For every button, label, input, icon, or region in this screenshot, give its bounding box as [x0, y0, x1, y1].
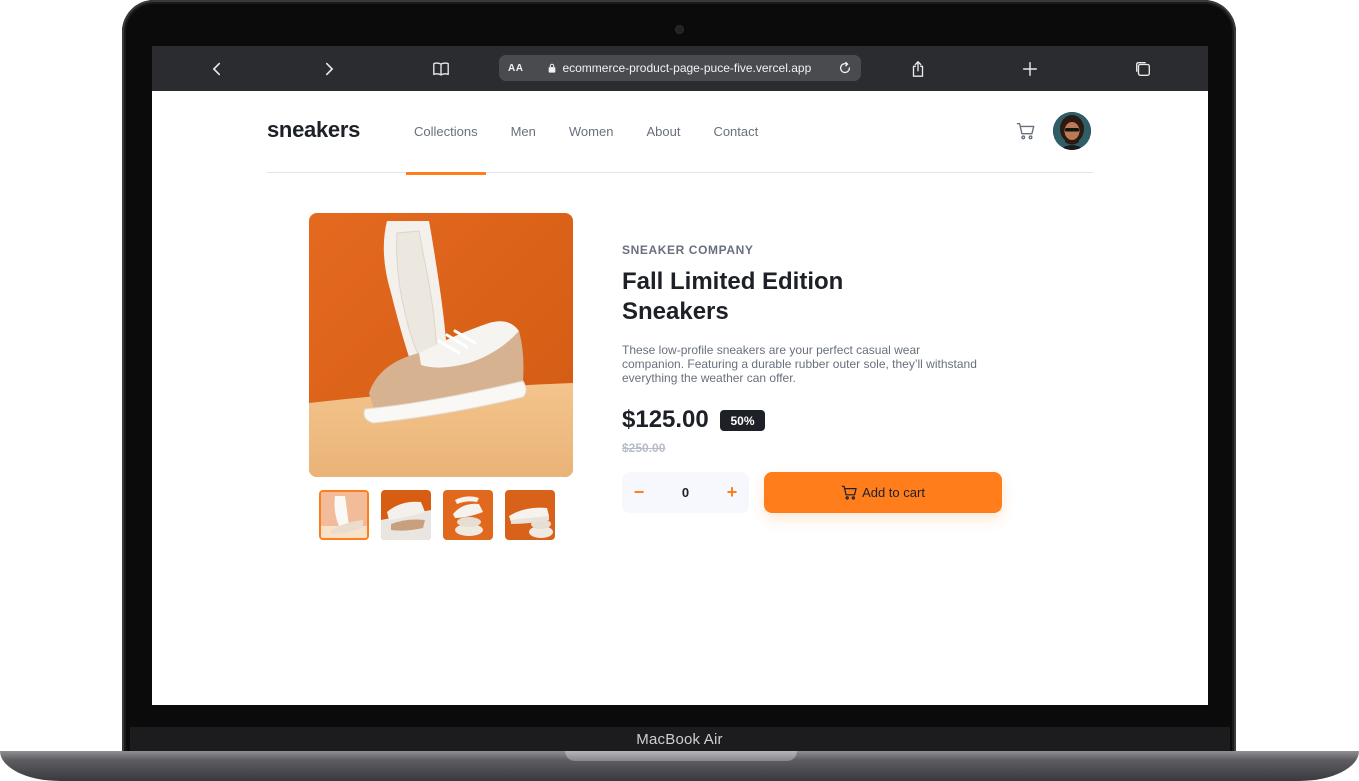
thumbnail-strip [319, 490, 555, 540]
nav-link-women[interactable]: Women [569, 124, 614, 139]
lock-icon [549, 63, 556, 73]
nav-link-contact[interactable]: Contact [713, 124, 758, 139]
nav-link-men[interactable]: Men [511, 124, 536, 139]
forward-icon[interactable] [314, 54, 344, 84]
book-icon[interactable] [426, 54, 456, 84]
product-title: Fall Limited Edition Sneakers [622, 268, 844, 325]
url-text: ecommerce-product-page-puce-five.vercel.… [562, 61, 812, 75]
nav-link-collections[interactable]: Collections [406, 124, 486, 175]
laptop-hinge-notch [565, 751, 797, 761]
web-page: sneakers Collections Men Women About Con… [152, 91, 1208, 705]
address-bar[interactable]: AA ecommerce-product-page-puce-five.verc… [499, 55, 861, 81]
nav-link-about[interactable]: About [646, 124, 680, 139]
add-to-cart-button[interactable]: Add to cart [764, 472, 1002, 513]
site-header: sneakers Collections Men Women About Con… [267, 91, 1093, 175]
new-tab-icon[interactable] [1015, 54, 1045, 84]
add-to-cart-label: Add to cart [862, 485, 925, 500]
camera-icon [676, 26, 683, 33]
product-description: These low-profile sneakers are your perf… [622, 343, 977, 385]
increase-quantity-button[interactable]: + [722, 482, 742, 502]
original-price: $250.00 [622, 441, 666, 455]
share-icon[interactable] [903, 54, 933, 84]
thumbnail-2[interactable] [381, 490, 431, 540]
device-label: MacBook Air [636, 731, 723, 748]
reader-text-size-button[interactable]: AA [508, 63, 523, 74]
avatar[interactable] [1053, 112, 1091, 150]
screen: AA ecommerce-product-page-puce-five.verc… [152, 46, 1208, 705]
discount-badge: 50% [720, 410, 765, 431]
cart-icon[interactable] [1016, 121, 1036, 141]
product-main-image[interactable] [309, 213, 573, 477]
current-price: $125.00 [622, 406, 709, 433]
main-nav: Collections Men Women About Contact [406, 124, 791, 175]
quantity-stepper: − 0 + [622, 472, 749, 513]
site-logo[interactable]: sneakers [267, 117, 360, 143]
cart-icon [841, 485, 857, 500]
browser-toolbar: AA ecommerce-product-page-puce-five.verc… [152, 46, 1208, 91]
company-label: SNEAKER COMPANY [622, 243, 754, 257]
thumbnail-3[interactable] [443, 490, 493, 540]
thumbnail-1[interactable] [319, 490, 369, 540]
tabs-icon[interactable] [1128, 54, 1158, 84]
reload-icon[interactable] [837, 60, 853, 76]
thumbnail-4[interactable] [505, 490, 555, 540]
back-icon[interactable] [202, 54, 232, 84]
